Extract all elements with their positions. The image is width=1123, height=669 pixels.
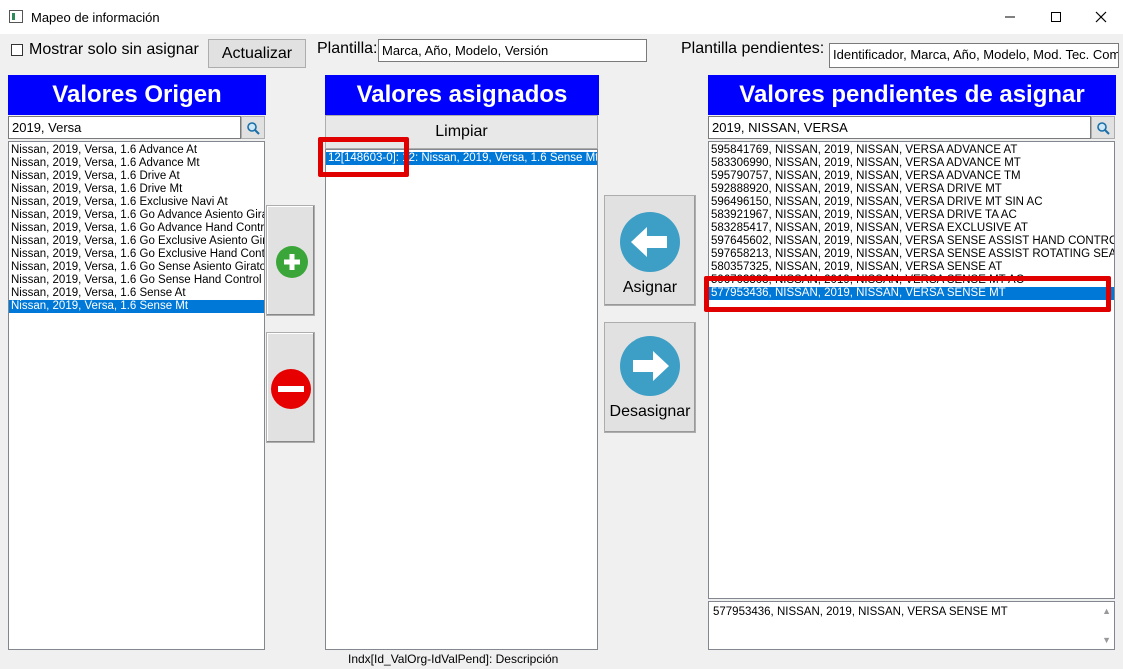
maximize-button[interactable] [1033, 0, 1079, 34]
pending-list-item[interactable]: 583285417, NISSAN, 2019, NISSAN, VERSA E… [709, 222, 1114, 235]
pending-list-item[interactable]: 597658213, NISSAN, 2019, NISSAN, VERSA S… [709, 248, 1114, 261]
template-label: Plantilla: [317, 40, 378, 57]
origin-list-item[interactable]: Nissan, 2019, Versa, 1.6 Drive Mt [9, 183, 264, 196]
add-button[interactable] [266, 205, 315, 316]
origin-list-item[interactable]: Nissan, 2019, Versa, 1.6 Exclusive Navi … [9, 196, 264, 209]
pending-template-input[interactable]: Identificador, Marca, Año, Modelo, Mod. … [829, 43, 1119, 68]
assign-button[interactable]: Asignar [604, 195, 696, 306]
origin-list-item[interactable]: Nissan, 2019, Versa, 1.6 Go Sense Hand C… [9, 274, 264, 287]
origin-search-input[interactable]: 2019, Versa [8, 116, 241, 139]
arrow-right-icon [620, 336, 680, 396]
unassign-button[interactable]: Desasignar [604, 322, 696, 433]
origin-search-button[interactable] [241, 116, 265, 139]
assign-label: Asignar [622, 279, 678, 296]
search-icon [247, 121, 260, 135]
unassign-label: Desasignar [609, 403, 691, 420]
title-bar [0, 0, 1123, 34]
origin-header: Valores Origen [8, 75, 266, 115]
highlight-box-assigned [318, 137, 409, 177]
highlight-box-pending [704, 276, 1111, 312]
assigned-header: Valores asignados [325, 75, 599, 115]
assigned-legend: Indx[Id_ValOrg-IdValPend]: Descripción [348, 652, 559, 666]
pending-list-item[interactable]: 595790757, NISSAN, 2019, NISSAN, VERSA A… [709, 170, 1114, 183]
plus-icon [276, 246, 308, 278]
only-unassigned-checkbox[interactable] [11, 44, 23, 56]
minus-icon [271, 369, 311, 409]
scroll-down-icon[interactable]: ▼ [1102, 635, 1111, 645]
pending-list-item[interactable]: 596496150, NISSAN, 2019, NISSAN, VERSA D… [709, 196, 1114, 209]
pending-list-item[interactable]: 595841769, NISSAN, 2019, NISSAN, VERSA A… [709, 144, 1114, 157]
pending-header: Valores pendientes de asignar [708, 75, 1116, 115]
pending-detail-text: 577953436, NISSAN, 2019, NISSAN, VERSA S… [713, 606, 1008, 618]
only-unassigned-label: Mostrar solo sin asignar [29, 41, 199, 58]
pending-list-item[interactable]: 597645602, NISSAN, 2019, NISSAN, VERSA S… [709, 235, 1114, 248]
assigned-list[interactable]: 12[148603-0]: 12: Nissan, 2019, Versa, 1… [325, 149, 598, 650]
pending-search-button[interactable] [1091, 116, 1115, 139]
origin-list[interactable]: Nissan, 2019, Versa, 1.6 Advance At Nissa… [8, 141, 265, 650]
origin-list-item[interactable]: Nissan, 2019, Versa, 1.6 Go Advance Hand… [9, 222, 264, 235]
origin-list-item[interactable]: Nissan, 2019, Versa, 1.6 Go Sense Asient… [9, 261, 264, 274]
pending-search-input[interactable]: 2019, NISSAN, VERSA [708, 116, 1091, 139]
scroll-up-icon[interactable]: ▲ [1102, 606, 1111, 616]
origin-list-item[interactable]: Nissan, 2019, Versa, 1.6 Sense Mt [9, 300, 264, 313]
search-icon [1097, 121, 1110, 135]
refresh-button[interactable]: Actualizar [208, 39, 306, 68]
maximize-icon [1051, 12, 1061, 22]
origin-list-item[interactable]: Nissan, 2019, Versa, 1.6 Advance At [9, 144, 264, 157]
pending-template-label: Plantilla pendientes: [681, 40, 825, 57]
pending-list[interactable]: 595841769, NISSAN, 2019, NISSAN, VERSA A… [708, 141, 1115, 599]
minimize-button[interactable] [987, 0, 1033, 34]
close-icon [1095, 11, 1107, 23]
pending-list-item[interactable]: 592888920, NISSAN, 2019, NISSAN, VERSA D… [709, 183, 1114, 196]
origin-list-item[interactable]: Nissan, 2019, Versa, 1.6 Advance Mt [9, 157, 264, 170]
pending-list-item[interactable]: 583306990, NISSAN, 2019, NISSAN, VERSA A… [709, 157, 1114, 170]
close-button[interactable] [1078, 0, 1123, 34]
origin-list-item[interactable]: Nissan, 2019, Versa, 1.6 Go Exclusive As… [9, 235, 264, 248]
remove-button[interactable] [266, 332, 315, 443]
origin-list-item[interactable]: Nissan, 2019, Versa, 1.6 Sense At [9, 287, 264, 300]
minimize-icon [1005, 16, 1015, 18]
origin-list-item[interactable]: Nissan, 2019, Versa, 1.6 Drive At [9, 170, 264, 183]
app-icon [9, 10, 23, 23]
window-title: Mapeo de información [31, 10, 160, 25]
template-input[interactable]: Marca, Año, Modelo, Versión [378, 39, 647, 62]
arrow-left-icon [620, 212, 680, 272]
pending-list-item[interactable]: 580357325, NISSAN, 2019, NISSAN, VERSA S… [709, 261, 1114, 274]
origin-list-item[interactable]: Nissan, 2019, Versa, 1.6 Go Exclusive Ha… [9, 248, 264, 261]
pending-list-item[interactable]: 583921967, NISSAN, 2019, NISSAN, VERSA D… [709, 209, 1114, 222]
pending-detail: 577953436, NISSAN, 2019, NISSAN, VERSA S… [708, 601, 1115, 650]
origin-list-item[interactable]: Nissan, 2019, Versa, 1.6 Go Advance Asie… [9, 209, 264, 222]
